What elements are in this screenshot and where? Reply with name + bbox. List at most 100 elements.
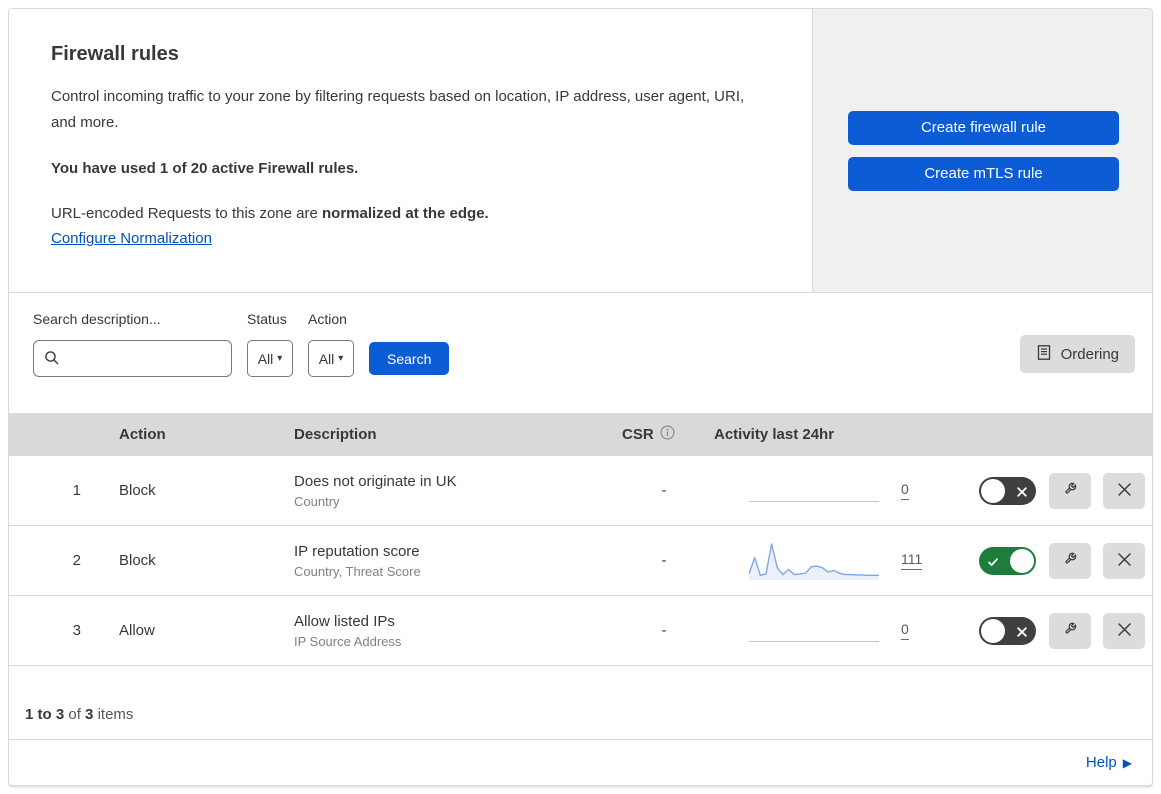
activity-count-link[interactable]: 0 xyxy=(901,481,909,500)
rule-enabled-toggle[interactable] xyxy=(979,476,1036,505)
activity-count-link[interactable]: 111 xyxy=(901,551,923,570)
rule-csr-value: - xyxy=(661,622,667,639)
status-label: Status xyxy=(247,311,287,327)
rule-action: Block xyxy=(119,482,156,499)
close-icon xyxy=(1117,552,1132,570)
rule-activity-cell: 0 xyxy=(714,610,969,652)
rule-action: Block xyxy=(119,552,156,569)
help-link[interactable]: Help ▶ xyxy=(1086,754,1132,771)
rule-csr-value: - xyxy=(661,552,667,569)
chevron-down-icon: ▾ xyxy=(338,352,344,364)
toggle-knob xyxy=(981,618,1005,643)
rule-enabled-toggle[interactable] xyxy=(979,546,1036,575)
rule-controls-cell xyxy=(969,612,1152,649)
items-total: 3 xyxy=(85,706,94,723)
chevron-down-icon: ▾ xyxy=(277,352,283,364)
status-filter-group: Status All ▾ xyxy=(247,311,293,377)
create-mtls-rule-button[interactable]: Create mTLS rule xyxy=(848,156,1119,191)
header-section: Firewall rules Control incoming traffic … xyxy=(9,9,1152,293)
column-header-activity: Activity last 24hr xyxy=(714,426,835,443)
delete-rule-button[interactable] xyxy=(1103,542,1145,579)
normalization-note: URL-encoded Requests to this zone are no… xyxy=(51,205,770,222)
search-button-group: Search xyxy=(369,311,450,375)
edit-rule-button[interactable] xyxy=(1049,542,1091,579)
wrench-icon xyxy=(1060,479,1080,502)
close-icon xyxy=(1117,622,1132,640)
column-header-action: Action xyxy=(119,426,166,443)
help-label: Help xyxy=(1085,754,1117,771)
rule-csr-value: - xyxy=(661,482,667,499)
activity-sparkline-flat xyxy=(749,610,879,652)
toggle-knob xyxy=(981,478,1005,503)
info-icon[interactable] xyxy=(660,425,675,444)
search-box xyxy=(33,340,232,377)
rule-controls-cell xyxy=(969,472,1152,509)
configure-normalization-link[interactable]: Configure Normalization xyxy=(51,230,212,247)
usage-note: You have used 1 of 20 active Firewall ru… xyxy=(51,160,359,177)
wrench-icon xyxy=(1060,619,1080,642)
close-icon xyxy=(1117,482,1132,500)
rule-description-fields: Country xyxy=(294,493,340,509)
status-dropdown[interactable]: All ▾ xyxy=(247,340,293,377)
search-input[interactable] xyxy=(33,340,232,377)
rule-activity-cell: 0 xyxy=(714,470,969,512)
edit-rule-button[interactable] xyxy=(1049,612,1091,649)
search-icon xyxy=(44,350,60,371)
column-header-csr: CSR xyxy=(614,425,714,444)
search-button[interactable]: Search xyxy=(369,342,450,375)
rule-enabled-toggle[interactable] xyxy=(979,616,1036,645)
items-word: items xyxy=(97,706,134,723)
ordering-button[interactable]: Ordering xyxy=(1019,335,1135,373)
filter-bar: Search description... Status All ▾ Actio… xyxy=(9,293,1152,413)
rule-description-title: Allow listed IPs xyxy=(294,612,395,630)
ordering-button-label: Ordering xyxy=(1060,345,1119,363)
table-footer: 1 to 3 of 3 items xyxy=(9,666,1152,739)
ordering-list-icon xyxy=(1036,344,1052,365)
activity-count-link[interactable]: 0 xyxy=(901,621,909,640)
activity-sparkline-flat xyxy=(749,470,879,512)
rule-controls-cell xyxy=(969,542,1152,579)
action-dropdown-value: All xyxy=(318,350,335,367)
search-label: Search description... xyxy=(33,311,161,327)
help-bar: Help ▶ xyxy=(9,739,1152,785)
action-dropdown[interactable]: All ▾ xyxy=(308,340,354,377)
header-text-block: Firewall rules Control incoming traffic … xyxy=(9,9,813,292)
rule-description-title: Does not originate in UK xyxy=(294,472,457,490)
rule-priority: 2 xyxy=(72,552,81,569)
normalization-bold: normalized at the edge. xyxy=(322,205,489,222)
rule-description-fields: Country, Threat Score xyxy=(294,563,421,579)
table-row: 3 Allow Allow listed IPs IP Source Addre… xyxy=(9,596,1152,666)
rule-action: Allow xyxy=(119,622,155,639)
rule-priority: 1 xyxy=(72,482,81,499)
action-filter-group: Action All ▾ xyxy=(308,311,354,377)
table-row: 2 Block IP reputation score Country, Thr… xyxy=(9,526,1152,596)
table-row: 1 Block Does not originate in UK Country… xyxy=(9,456,1152,526)
wrench-icon xyxy=(1060,549,1080,572)
items-range-text: 1 to 3 of 3 items xyxy=(25,706,133,723)
normalization-prefix: URL-encoded Requests to this zone are xyxy=(51,205,322,222)
table-header-row: Action Description CSR Activity last 24h… xyxy=(9,413,1152,456)
csr-header-label: CSR xyxy=(622,426,654,443)
rule-description-title: IP reputation score xyxy=(294,542,420,560)
items-range: 1 to 3 xyxy=(25,706,65,723)
toggle-knob xyxy=(1010,548,1034,573)
action-label: Action xyxy=(308,311,347,327)
create-firewall-rule-button[interactable]: Create firewall rule xyxy=(848,110,1119,145)
delete-rule-button[interactable] xyxy=(1103,612,1145,649)
rule-priority: 3 xyxy=(72,622,81,639)
rule-description-cell: Allow listed IPs IP Source Address xyxy=(274,613,614,649)
rule-description-fields: IP Source Address xyxy=(294,633,402,649)
x-icon xyxy=(1016,625,1028,642)
status-dropdown-value: All xyxy=(257,350,274,367)
items-of: of xyxy=(68,706,81,723)
page-title: Firewall rules xyxy=(51,43,179,65)
search-group: Search description... xyxy=(33,311,232,377)
delete-rule-button[interactable] xyxy=(1103,472,1145,509)
column-header-description: Description xyxy=(294,426,377,443)
activity-sparkline-chart xyxy=(749,540,879,582)
rule-description-cell: IP reputation score Country, Threat Scor… xyxy=(274,543,614,579)
check-icon xyxy=(987,555,999,572)
actions-panel: Create firewall rule Create mTLS rule xyxy=(813,9,1152,292)
edit-rule-button[interactable] xyxy=(1049,472,1091,509)
page-description: Control incoming traffic to your zone by… xyxy=(51,88,745,131)
